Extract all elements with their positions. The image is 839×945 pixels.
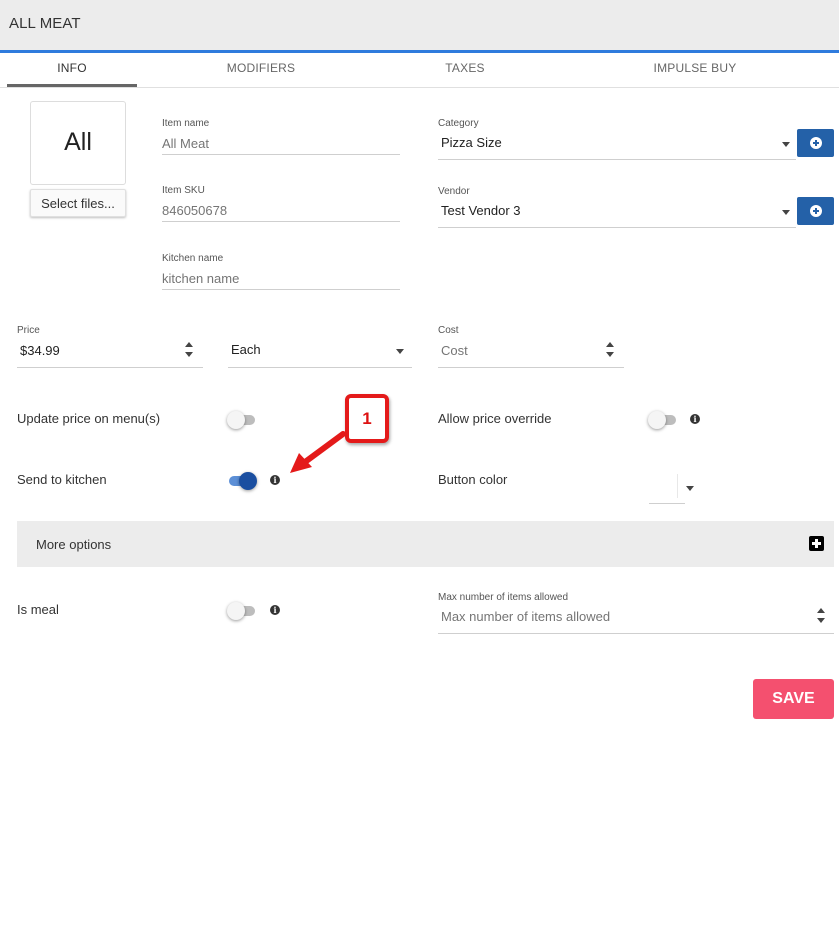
item-sku-input[interactable] bbox=[162, 200, 400, 220]
divider bbox=[677, 474, 678, 498]
plus-circle-icon bbox=[810, 137, 822, 149]
category-label: Category bbox=[438, 118, 479, 129]
price-stepper[interactable] bbox=[184, 340, 194, 360]
toggle-knob bbox=[648, 411, 666, 429]
update-price-label: Update price on menu(s) bbox=[17, 411, 161, 426]
cost-field-wrap bbox=[438, 340, 624, 368]
window-header: ALL MEAT bbox=[0, 0, 839, 53]
category-value: Pizza Size bbox=[441, 135, 502, 150]
chevron-down-icon bbox=[782, 142, 790, 147]
update-price-toggle[interactable] bbox=[227, 410, 257, 430]
tab-modifiers[interactable]: MODIFIERS bbox=[196, 53, 326, 87]
info-icon[interactable]: i bbox=[270, 605, 280, 615]
chevron-down-icon bbox=[686, 486, 694, 491]
vendor-label: Vendor bbox=[438, 186, 470, 197]
tab-bar: INFO MODIFIERS TAXES IMPULSE BUY bbox=[0, 53, 839, 88]
plus-circle-icon bbox=[810, 205, 822, 217]
category-select[interactable]: Pizza Size bbox=[438, 133, 796, 160]
price-label: Price bbox=[17, 325, 40, 336]
tab-info[interactable]: INFO bbox=[7, 53, 137, 87]
allow-override-label: Allow price override bbox=[438, 411, 552, 426]
caret-down-icon bbox=[185, 352, 193, 357]
vendor-value: Test Vendor 3 bbox=[441, 203, 521, 218]
item-image-placeholder: All bbox=[30, 101, 126, 185]
vendor-select[interactable]: Test Vendor 3 bbox=[438, 201, 796, 228]
is-meal-label: Is meal bbox=[17, 602, 59, 617]
cost-stepper[interactable] bbox=[605, 340, 615, 360]
button-color-label: Button color bbox=[438, 472, 508, 487]
price-field-wrap bbox=[17, 340, 203, 368]
plus-square-icon bbox=[809, 536, 824, 551]
send-to-kitchen-toggle[interactable] bbox=[227, 471, 257, 491]
max-items-input[interactable] bbox=[438, 606, 834, 626]
caret-up-icon bbox=[185, 342, 193, 347]
send-to-kitchen-label: Send to kitchen bbox=[17, 472, 107, 487]
caret-up-icon bbox=[606, 342, 614, 347]
item-name-label: Item name bbox=[162, 118, 210, 129]
kitchen-name-field-wrap bbox=[162, 268, 400, 290]
unit-select[interactable]: Each bbox=[228, 340, 412, 368]
price-input[interactable] bbox=[17, 340, 203, 360]
annotation-arrow-icon bbox=[290, 431, 346, 473]
max-items-field-wrap bbox=[438, 606, 834, 634]
caret-down-icon bbox=[817, 618, 825, 623]
is-meal-toggle[interactable] bbox=[227, 601, 257, 621]
page-title: ALL MEAT bbox=[9, 15, 81, 32]
button-color-picker[interactable] bbox=[649, 474, 694, 504]
more-options-label: More options bbox=[36, 537, 112, 552]
chevron-down-icon bbox=[782, 210, 790, 215]
save-button[interactable]: SAVE bbox=[753, 679, 834, 719]
add-category-button[interactable] bbox=[797, 129, 834, 157]
item-sku-label: Item SKU bbox=[162, 185, 205, 196]
cost-label: Cost bbox=[438, 325, 459, 336]
item-name-input[interactable] bbox=[162, 133, 400, 153]
caret-up-icon bbox=[817, 608, 825, 613]
more-options-expander[interactable]: More options bbox=[17, 521, 834, 567]
item-sku-field-wrap bbox=[162, 200, 400, 222]
max-items-stepper[interactable] bbox=[816, 606, 826, 626]
add-vendor-button[interactable] bbox=[797, 197, 834, 225]
tab-taxes[interactable]: TAXES bbox=[400, 53, 530, 87]
kitchen-name-label: Kitchen name bbox=[162, 253, 224, 264]
tab-impulse-buy[interactable]: IMPULSE BUY bbox=[630, 53, 760, 87]
caret-down-icon bbox=[606, 352, 614, 357]
item-name-field-wrap bbox=[162, 133, 400, 155]
chevron-down-icon bbox=[396, 349, 404, 354]
kitchen-name-input[interactable] bbox=[162, 268, 400, 288]
toggle-knob bbox=[227, 411, 245, 429]
allow-override-toggle[interactable] bbox=[648, 410, 678, 430]
toggle-knob bbox=[239, 472, 257, 490]
toggle-knob bbox=[227, 602, 245, 620]
select-files-button[interactable]: Select files... bbox=[30, 189, 126, 217]
info-icon[interactable]: i bbox=[270, 475, 280, 485]
max-items-label: Max number of items allowed bbox=[438, 592, 569, 603]
info-icon[interactable]: i bbox=[690, 414, 700, 424]
cost-input[interactable] bbox=[438, 340, 624, 360]
unit-value: Each bbox=[231, 342, 261, 357]
